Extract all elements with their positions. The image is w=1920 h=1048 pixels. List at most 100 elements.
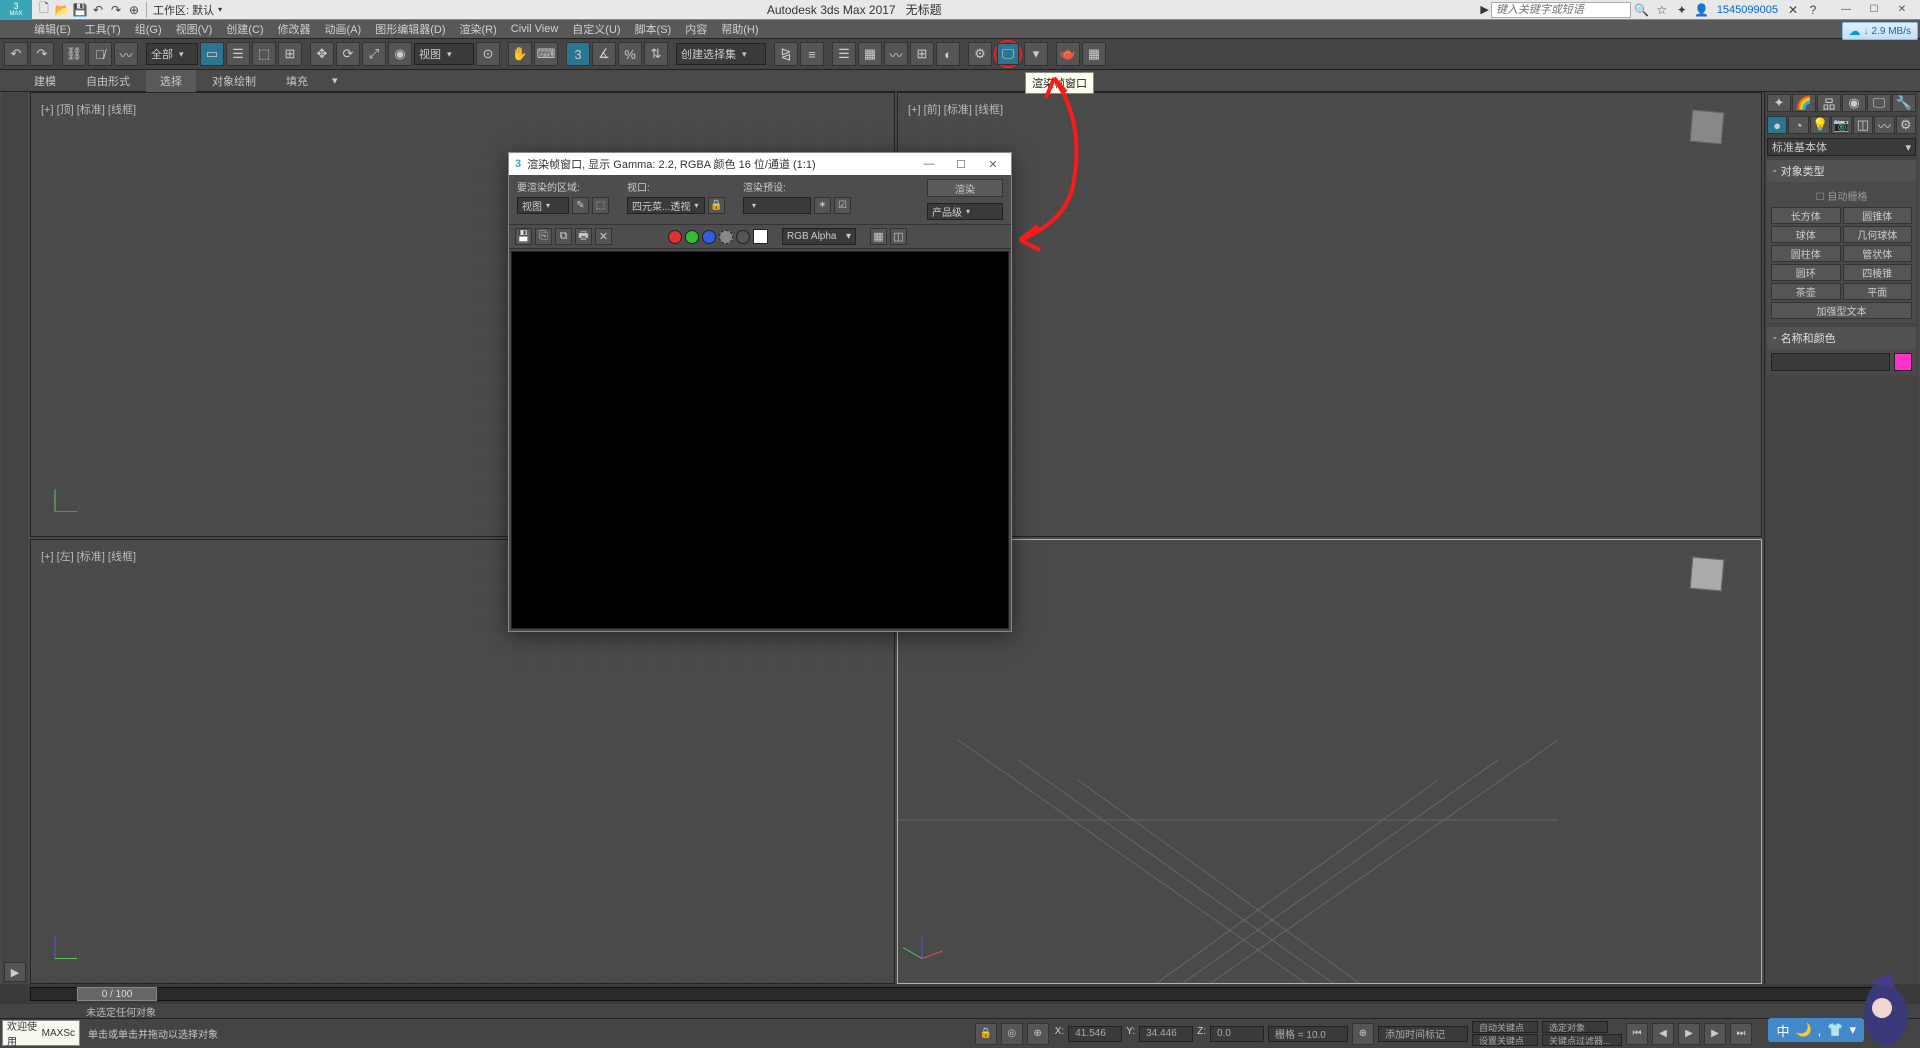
render-setup-button[interactable]: ⚙ (968, 42, 992, 66)
menu-grapheditors[interactable]: 图形编辑器(D) (375, 21, 445, 37)
autogrid-checkbox[interactable]: ☐ 自动栅格 (1771, 186, 1912, 205)
move-button[interactable]: ✥ (310, 42, 334, 66)
menu-content[interactable]: 内容 (685, 21, 707, 37)
rw-print-icon[interactable]: 🖶 (575, 228, 592, 245)
material-editor-button[interactable]: ◐ (936, 42, 960, 66)
user-icon[interactable]: 👤 (1693, 1, 1711, 19)
schematic-view-button[interactable]: ⊞ (910, 42, 934, 66)
redo-button[interactable]: ↷ (30, 42, 54, 66)
subcategory-dropdown[interactable]: 标准基本体▾ (1767, 138, 1916, 156)
object-color-swatch[interactable] (1894, 353, 1912, 371)
tab-freeform[interactable]: 自由形式 (72, 70, 144, 92)
rotate-button[interactable]: ⟳ (336, 42, 360, 66)
menu-help[interactable]: 帮助(H) (721, 21, 758, 37)
redo-icon[interactable]: ↷ (108, 2, 124, 18)
render-window-titlebar[interactable]: 3 渲染帧窗口, 显示 Gamma: 2.2, RGBA 颜色 16 位/通道 … (509, 153, 1011, 175)
prim-torus[interactable]: 圆环 (1771, 264, 1841, 281)
isolate-icon[interactable]: ◎ (1001, 1023, 1023, 1045)
menu-edit[interactable]: 编辑(E) (34, 21, 71, 37)
rw-render-canvas[interactable] (511, 251, 1009, 629)
align-button[interactable]: ≡ (800, 42, 824, 66)
add-time-tag-icon[interactable]: ⊕ (1352, 1023, 1374, 1045)
coord-y[interactable]: 34.446 (1139, 1026, 1193, 1042)
username[interactable]: 1545099005 (1713, 4, 1782, 16)
welcome-script-listener[interactable]: 欢迎使用MAXSc (2, 1020, 80, 1046)
menu-views[interactable]: 视图(V) (176, 21, 213, 37)
autokey-button[interactable]: 自动关键点 (1472, 1021, 1538, 1033)
shapes-icon[interactable]: ◔ (1788, 116, 1808, 134)
lock-selection-icon[interactable]: 🔒 (975, 1023, 997, 1045)
rw-viewport-dropdown[interactable]: 四元菜...透视 (627, 197, 705, 214)
time-slider-handle[interactable]: 0 / 100 (77, 987, 157, 1001)
setkey-button[interactable]: 设置关键点 (1472, 1034, 1538, 1046)
play-icon[interactable]: ▶ (4, 962, 26, 982)
rw-compare-icon[interactable]: ◫ (890, 228, 907, 245)
maximize-button[interactable]: ☐ (1860, 1, 1888, 19)
pivot-button[interactable]: ⊙ (476, 42, 500, 66)
select-object-button[interactable]: ▭ (200, 42, 224, 66)
view-cube[interactable] (1683, 550, 1731, 598)
help-icon[interactable]: ? (1804, 1, 1822, 19)
rw-area-dropdown[interactable]: 视图 (517, 197, 569, 214)
search-input[interactable] (1491, 2, 1631, 18)
rendered-frame-window-button[interactable]: 🖵 (997, 43, 1019, 65)
minimize-button[interactable]: — (1832, 1, 1860, 19)
manipulate-button[interactable]: ✋ (508, 42, 532, 66)
utilities-panel-icon[interactable]: 🔧 (1892, 94, 1916, 112)
menu-rendering[interactable]: 渲染(R) (460, 21, 497, 37)
prim-sphere[interactable]: 球体 (1771, 226, 1841, 243)
time-tag-input[interactable]: 添加时间标记 (1378, 1026, 1468, 1042)
menu-create[interactable]: 创建(C) (226, 21, 263, 37)
scale-button[interactable]: ⤢ (362, 42, 386, 66)
percent-snap-button[interactable]: % (618, 42, 642, 66)
coord-x[interactable]: 41.546 (1068, 1026, 1122, 1042)
rw-copy-icon[interactable]: ⎘ (535, 228, 552, 245)
rw-green-channel[interactable] (685, 230, 699, 244)
viewport-label[interactable]: [+] [左] [标准] [线框] (41, 548, 136, 564)
absolute-transform-icon[interactable]: ⊕ (1027, 1023, 1049, 1045)
coord-z[interactable]: 0.0 (1210, 1026, 1264, 1042)
link-icon[interactable]: ⊕ (126, 2, 142, 18)
mirror-button[interactable]: ⧎ (774, 42, 798, 66)
select-name-button[interactable]: ☰ (226, 42, 250, 66)
rw-bg-swatch[interactable] (753, 229, 768, 244)
viewport-label[interactable]: [+] [前] [标准] [线框] (908, 101, 1003, 117)
ref-coord-system[interactable]: 视图 (414, 43, 474, 65)
lights-icon[interactable]: 💡 (1810, 116, 1830, 134)
curve-editor-button[interactable]: 〰 (884, 42, 908, 66)
bind-spacewarp-button[interactable]: 〰 (114, 42, 138, 66)
fav-icon[interactable]: ✦ (1673, 1, 1691, 19)
create-panel-icon[interactable]: ✦ (1767, 94, 1791, 112)
rw-close-button[interactable]: ✕ (981, 158, 1005, 171)
tab-populate[interactable]: 填充 (272, 70, 322, 92)
prim-geosphere[interactable]: 几何球体 (1843, 226, 1913, 243)
tab-objectpaint[interactable]: 对象绘制 (198, 70, 270, 92)
layer-explorer-button[interactable]: ☰ (832, 42, 856, 66)
undo-button[interactable]: ↶ (4, 42, 28, 66)
spacewarps-icon[interactable]: 〰 (1874, 116, 1894, 134)
placement-button[interactable]: ◉ (388, 42, 412, 66)
menu-tools[interactable]: 工具(T) (85, 21, 121, 37)
render-flyout-button[interactable]: ▾ (1024, 42, 1048, 66)
menu-group[interactable]: 组(G) (135, 21, 162, 37)
menu-animation[interactable]: 动画(A) (325, 21, 362, 37)
systems-icon[interactable]: ⚙ (1896, 116, 1916, 134)
viewport-perspective[interactable] (897, 539, 1762, 984)
new-icon[interactable]: 🗋 (36, 2, 52, 18)
key-filters-button[interactable]: 关键点过滤器... (1542, 1034, 1622, 1046)
rw-minimize-button[interactable]: — (917, 158, 941, 171)
close-button[interactable]: ✕ (1888, 1, 1916, 19)
window-crossing-button[interactable]: ⊞ (278, 42, 302, 66)
rw-quality-dropdown[interactable]: 产品级 (927, 203, 1003, 220)
view-cube[interactable] (1683, 103, 1731, 151)
next-frame-icon[interactable]: ▶ (1704, 1023, 1726, 1045)
rw-preset-dropdown[interactable] (743, 197, 811, 214)
unlink-button[interactable]: ⛓̸ (88, 42, 112, 66)
spinner-snap-button[interactable]: ⇅ (644, 42, 668, 66)
save-icon[interactable]: 💾 (72, 2, 88, 18)
rw-lock-viewport-icon[interactable]: 🔒 (708, 197, 725, 214)
prim-teapot[interactable]: 茶壶 (1771, 283, 1841, 300)
display-panel-icon[interactable]: 🖵 (1867, 94, 1891, 112)
rw-area-edit-icon[interactable]: ✎ (572, 197, 589, 214)
selection-filter[interactable]: 全部 (146, 43, 198, 65)
